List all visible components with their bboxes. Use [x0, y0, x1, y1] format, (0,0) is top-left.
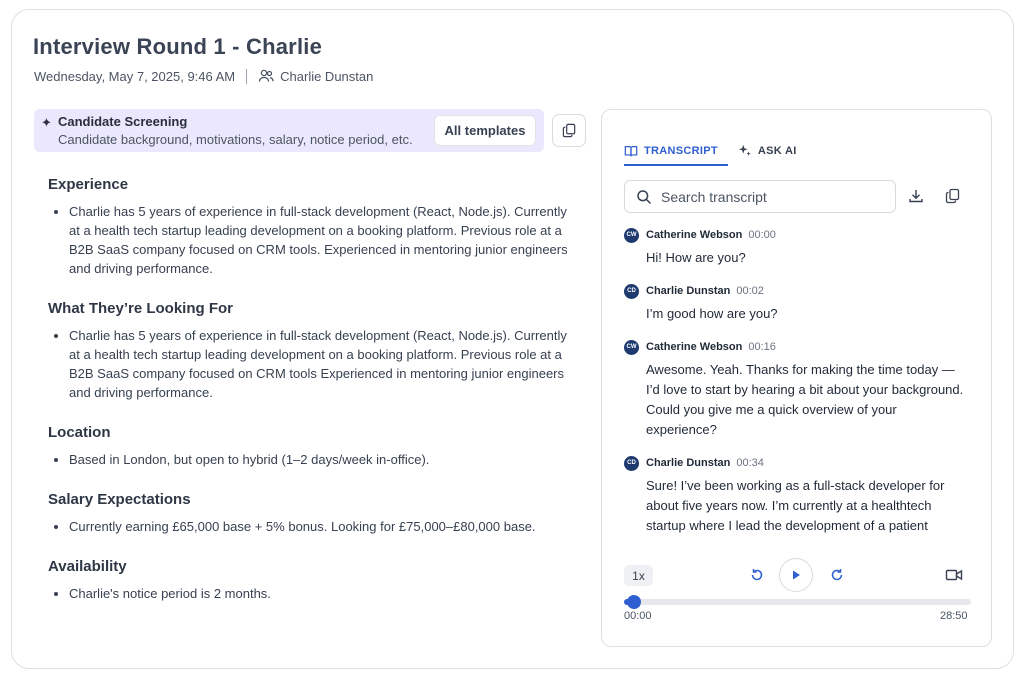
notes-section: Location Based in London, but open to hyb…: [48, 424, 573, 469]
video-icon[interactable]: [945, 567, 963, 583]
message-header: CW Catherine Webson 00:16: [624, 338, 964, 356]
copy-icon: [562, 123, 575, 138]
rewind-icon[interactable]: [749, 567, 765, 583]
search-input[interactable]: [661, 188, 881, 205]
play-icon: [793, 570, 800, 580]
copy-notes-button[interactable]: [552, 114, 586, 147]
download-icon[interactable]: [908, 188, 924, 204]
section-heading: Location: [48, 424, 111, 441]
timestamp[interactable]: 00:16: [748, 341, 776, 353]
template-banner: ✦ Candidate Screening Candidate backgrou…: [34, 109, 544, 152]
section-heading: Availability: [48, 558, 127, 575]
section-bullets: Currently earning £65,000 base + 5% bonu…: [48, 517, 573, 536]
avatar: CW: [624, 339, 639, 355]
note-bullet: Charlie has 5 years of experience in ful…: [48, 326, 573, 402]
timestamp[interactable]: 00:02: [736, 285, 764, 297]
playback-progress[interactable]: [624, 595, 971, 609]
section-bullets: Based in London, but open to hybrid (1–2…: [48, 450, 573, 469]
tab-transcript[interactable]: TRANSCRIPT: [624, 139, 718, 163]
forward-icon[interactable]: [829, 567, 845, 583]
sparkle-icon: [738, 144, 751, 156]
section-heading: What They’re Looking For: [48, 300, 234, 317]
section-heading: Salary Expectations: [48, 491, 191, 508]
duration: 28:50: [940, 610, 968, 622]
transcript-message: CW Catherine Webson 00:00 Hi! How are you?: [624, 226, 964, 268]
notes-section: Salary Expectations Currently earning £65…: [48, 491, 573, 536]
tab-ask-ai-label: ASK AI: [757, 145, 797, 157]
transcript-search[interactable]: [624, 180, 896, 213]
avatar: CD: [624, 283, 639, 299]
panel-tabs: TRANSCRIPT ASK AI: [624, 139, 797, 163]
transcript-message: CD Charlie Dunstan 00:34 Sure! I’ve been wo…: [624, 454, 964, 538]
speaker-name: Charlie Dunstan: [646, 457, 731, 469]
speaker-name: Catherine Webson: [646, 341, 743, 353]
playback-speed-button[interactable]: 1x: [624, 565, 653, 586]
transcript-list[interactable]: CW Catherine Webson 00:00 Hi! How are you? C…: [624, 226, 964, 538]
transcript-message: CD Charlie Dunstan 00:02 I’m good how are y…: [624, 282, 964, 324]
page-title: Interview Round 1 - Charlie: [33, 34, 323, 59]
section-bullets: Charlie has 5 years of experience in ful…: [48, 202, 573, 278]
notes-section: Availability Charlie's notice period is 2…: [48, 558, 573, 603]
note-bullet: Charlie's notice period is 2 months.: [48, 584, 573, 603]
participant-name: Charlie Dunstan: [280, 68, 374, 84]
tab-ask-ai[interactable]: ASK AI: [738, 139, 797, 163]
current-time: 00:00: [624, 610, 652, 622]
message-text: Hi! How are you?: [646, 250, 746, 265]
message-header: CD Charlie Dunstan 00:02: [624, 282, 964, 300]
message-header: CD Charlie Dunstan 00:34: [624, 454, 964, 472]
all-templates-button[interactable]: All templates: [434, 115, 536, 146]
avatar: CW: [624, 227, 639, 243]
notes-section: Experience Charlie has 5 years of experie…: [48, 176, 573, 278]
template-title: Candidate Screening: [58, 114, 188, 129]
meeting-meta: Wednesday, May 7, 2025, 9:46 AM Charlie …: [34, 68, 373, 84]
message-text: Awesome. Yeah. Thanks for making the tim…: [646, 362, 964, 437]
speaker-name: Charlie Dunstan: [646, 285, 731, 297]
meta-divider: [246, 68, 248, 84]
message-text: Sure! I’ve been working as a full-stack …: [646, 478, 945, 533]
timestamp[interactable]: 00:34: [736, 457, 764, 469]
sparkle-icon: ✦: [41, 115, 52, 130]
interview-notes: Experience Charlie has 5 years of experie…: [48, 176, 573, 603]
transcript-message: CW Catherine Webson 00:16 Awesome. Yeah. Th…: [624, 338, 964, 440]
section-bullets: Charlie has 5 years of experience in ful…: [48, 326, 573, 402]
notes-section: What They’re Looking For Charlie has 5 ye…: [48, 300, 573, 402]
transcript-panel: TRANSCRIPT ASK AI CW Catherine Webson 00:0…: [601, 109, 992, 647]
note-bullet: Currently earning £65,000 base + 5% bonu…: [48, 517, 573, 536]
meeting-datetime: Wednesday, May 7, 2025, 9:46 AM: [34, 68, 236, 84]
message-text: I’m good how are you?: [646, 306, 778, 321]
active-tab-indicator: [624, 164, 728, 166]
avatar: CD: [624, 455, 639, 471]
copy-icon[interactable]: [945, 188, 961, 204]
note-bullet: Charlie has 5 years of experience in ful…: [48, 202, 573, 278]
section-heading: Experience: [48, 176, 129, 193]
section-bullets: Charlie's notice period is 2 months.: [48, 584, 573, 603]
note-bullet: Based in London, but open to hybrid (1–2…: [48, 450, 573, 469]
template-subtitle: Candidate background, motivations, salar…: [58, 132, 413, 147]
timestamp[interactable]: 00:00: [748, 229, 776, 241]
message-header: CW Catherine Webson 00:00: [624, 226, 964, 244]
participants-icon: [258, 69, 274, 82]
search-icon: [637, 189, 652, 204]
book-icon: [624, 146, 638, 157]
tab-transcript-label: TRANSCRIPT: [644, 145, 718, 157]
play-button[interactable]: [779, 558, 813, 592]
speaker-name: Catherine Webson: [646, 229, 743, 241]
progress-handle[interactable]: [627, 595, 642, 609]
